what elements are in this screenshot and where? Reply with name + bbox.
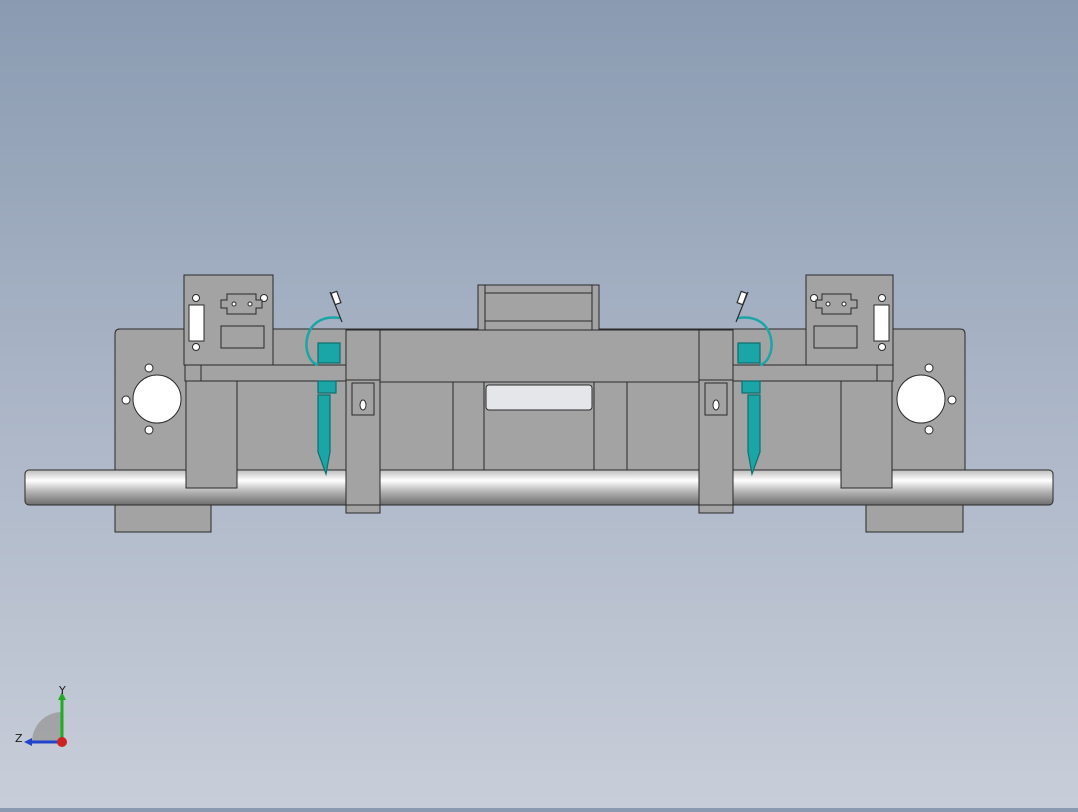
rail-right xyxy=(729,364,894,382)
assembly-drawing xyxy=(24,274,1054,533)
top-bracket xyxy=(477,284,600,331)
rail-left xyxy=(184,364,351,382)
pillar-left xyxy=(185,380,238,489)
x-axis-dot xyxy=(57,737,67,747)
cad-viewport[interactable] xyxy=(0,0,1078,808)
z-axis-label: Z xyxy=(15,732,23,745)
main-shaft xyxy=(24,469,1054,506)
motor-bore-right xyxy=(896,374,946,424)
cross-beam xyxy=(377,329,701,383)
view-orientation-triad[interactable]: Y Z xyxy=(10,684,80,754)
axis-triad-graphic: Y Z xyxy=(15,684,67,747)
pillar-right xyxy=(840,380,893,489)
y-axis-label: Y xyxy=(58,684,66,697)
motor-bore-left xyxy=(132,374,182,424)
center-block-left xyxy=(377,379,454,471)
center-window xyxy=(485,384,593,411)
z-axis-arrow xyxy=(24,738,32,746)
center-block-right xyxy=(626,379,701,471)
